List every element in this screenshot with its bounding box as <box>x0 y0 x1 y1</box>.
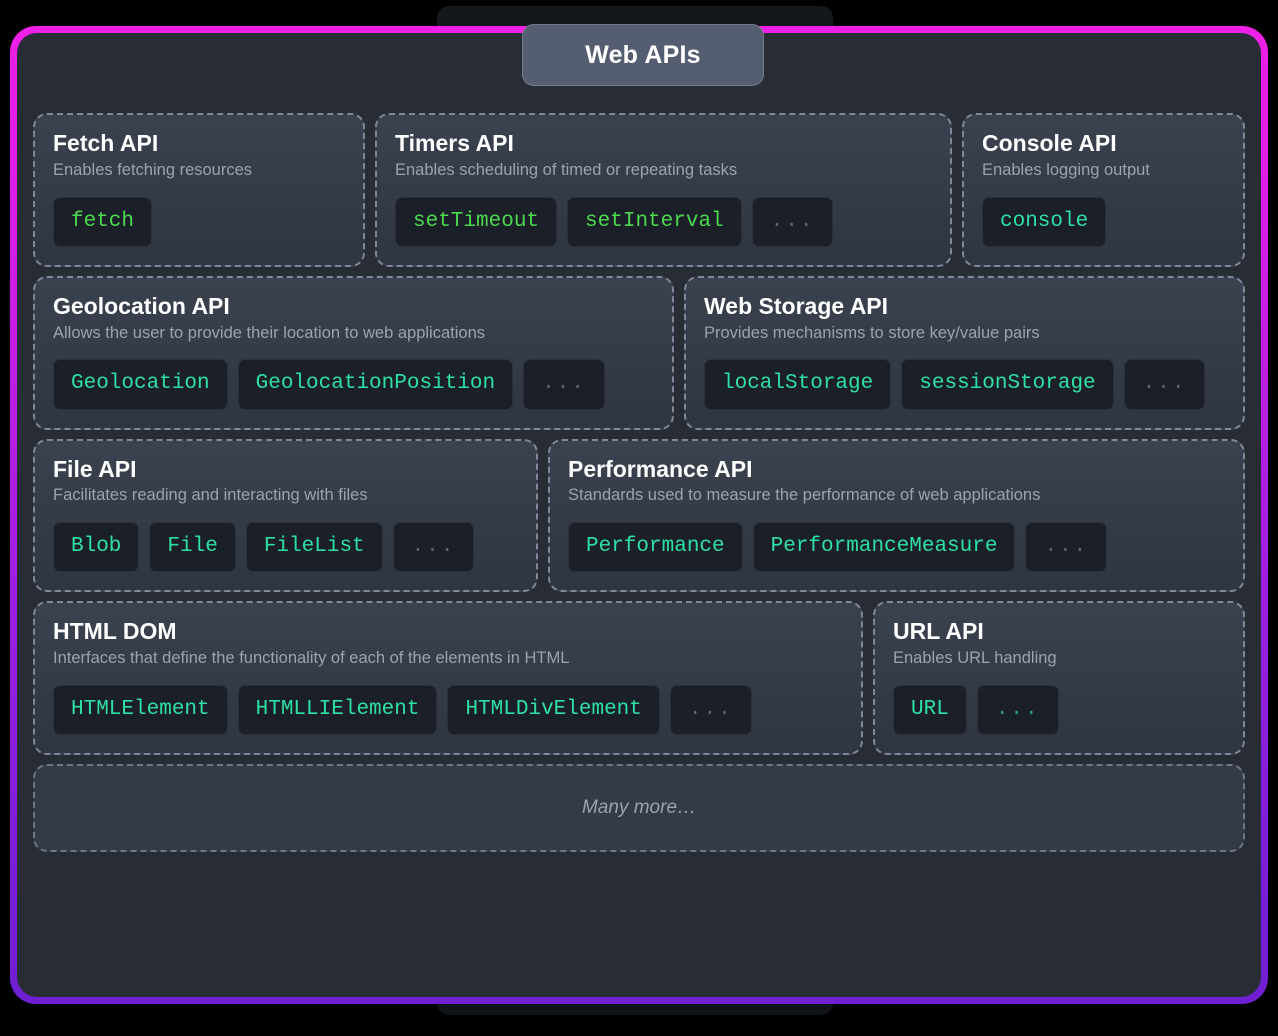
api-chip[interactable]: sessionStorage <box>901 359 1114 410</box>
api-chip-more[interactable]: ... <box>976 684 1059 736</box>
api-chip-list: Performance PerformanceMeasure... <box>568 522 1225 573</box>
api-card-title: Geolocation API <box>53 292 230 319</box>
api-card-title: Web Storage API <box>704 292 889 319</box>
api-chip-list: setTimeout setInterval... <box>395 196 932 247</box>
api-chip[interactable]: console <box>982 196 1107 247</box>
api-card-title: Timers API <box>395 130 514 156</box>
panel-title: Web APIs <box>585 40 701 69</box>
api-chip-more[interactable]: ... <box>1025 522 1108 573</box>
api-chip[interactable]: PerformanceMeasure <box>752 522 1016 573</box>
many-more-card[interactable]: Many more… <box>33 764 1245 853</box>
api-chip-more[interactable]: ... <box>751 196 834 247</box>
web-apis-panel-border: Web APIs Fetch API Enables fetching resou… <box>10 24 1268 1004</box>
api-chip[interactable]: HTMLLIElement <box>237 684 438 736</box>
many-more-label: Many more… <box>581 797 697 819</box>
api-card-title: URL API <box>893 618 984 645</box>
api-chip-more[interactable]: ... <box>392 522 475 573</box>
api-chip[interactable]: GeolocationPosition <box>237 359 514 410</box>
api-card-row: Geolocation API Allows the user to provid… <box>33 275 1245 430</box>
api-card-description: Provides mechanisms to store key/value p… <box>704 323 1040 342</box>
api-chip[interactable]: setInterval <box>567 196 742 247</box>
api-card[interactable]: Geolocation API Allows the user to provid… <box>33 275 674 430</box>
api-card-title: Console API <box>982 130 1117 156</box>
api-chip[interactable]: localStorage <box>704 359 892 410</box>
api-card-description: Standards used to measure the performanc… <box>568 486 1041 505</box>
api-chip-more[interactable]: ... <box>523 359 605 410</box>
api-chip[interactable]: HTMLDivElement <box>447 684 660 736</box>
api-chip-list: URL... <box>893 684 1225 736</box>
api-chip-more[interactable]: ... <box>1123 359 1206 410</box>
api-card-title: HTML DOM <box>53 618 177 645</box>
api-card-description: Enables scheduling of timed or repeating… <box>395 160 738 179</box>
api-card-description: Enables URL handling <box>893 649 1057 668</box>
api-chip[interactable]: Performance <box>568 522 743 573</box>
api-chip[interactable]: FileList <box>245 522 383 573</box>
api-card-description: Enables logging output <box>982 160 1150 179</box>
web-apis-panel: Web APIs Fetch API Enables fetching resou… <box>17 24 1261 997</box>
api-card[interactable]: Web Storage API Provides mechanisms to st… <box>684 275 1245 430</box>
api-chip-list: console <box>982 196 1225 247</box>
api-chip-list: fetch <box>53 196 345 247</box>
api-chip-more[interactable]: ... <box>669 684 752 736</box>
api-card-title: File API <box>53 455 137 482</box>
api-chip[interactable]: HTMLElement <box>53 684 228 736</box>
api-card-row: File API Facilitates reading and interact… <box>33 438 1245 593</box>
api-chip-list: Blob File FileList... <box>53 522 518 573</box>
api-card-description: Enables fetching resources <box>53 160 253 179</box>
api-card[interactable]: Timers API Enables scheduling of timed or… <box>375 113 952 267</box>
api-card[interactable]: Performance API Standards used to measure… <box>548 438 1245 593</box>
api-chip[interactable]: URL <box>893 684 967 736</box>
api-card-rows: Fetch API Enables fetching resources fetch… <box>33 113 1245 853</box>
api-chip[interactable]: setTimeout <box>395 196 558 247</box>
api-chip[interactable]: File <box>149 522 236 573</box>
api-card-description: Facilitates reading and interacting with… <box>53 486 368 505</box>
diagram-stage: Web APIs Fetch API Enables fetching resou… <box>0 0 1278 1036</box>
api-card-description: Interfaces that define the functionality… <box>53 649 570 668</box>
api-card[interactable]: Console API Enables logging output console <box>962 113 1245 267</box>
api-card[interactable]: Fetch API Enables fetching resources fetch <box>33 113 365 267</box>
api-card-row: Fetch API Enables fetching resources fetch… <box>33 113 1245 267</box>
panel-title-badge: Web APIs <box>522 24 764 86</box>
api-chip[interactable]: Geolocation <box>53 359 228 410</box>
api-chip[interactable]: Blob <box>53 522 140 573</box>
api-card-description: Allows the user to provide their locatio… <box>53 323 485 342</box>
api-chip-list: Geolocation GeolocationPosition... <box>53 359 654 410</box>
api-chip-list: HTMLElement HTMLLIElement HTMLDivElement..… <box>53 684 843 736</box>
api-card-title: Fetch API <box>53 130 159 156</box>
api-card-row: HTML DOM Interfaces that define the funct… <box>33 601 1245 756</box>
api-chip[interactable]: fetch <box>53 196 153 247</box>
api-chip-list: localStorage sessionStorage... <box>704 359 1225 410</box>
api-card-title: Performance API <box>568 455 753 482</box>
api-card[interactable]: File API Facilitates reading and interact… <box>33 438 538 593</box>
api-card[interactable]: HTML DOM Interfaces that define the funct… <box>33 601 863 756</box>
api-card[interactable]: URL API Enables URL handling URL... <box>873 601 1245 756</box>
